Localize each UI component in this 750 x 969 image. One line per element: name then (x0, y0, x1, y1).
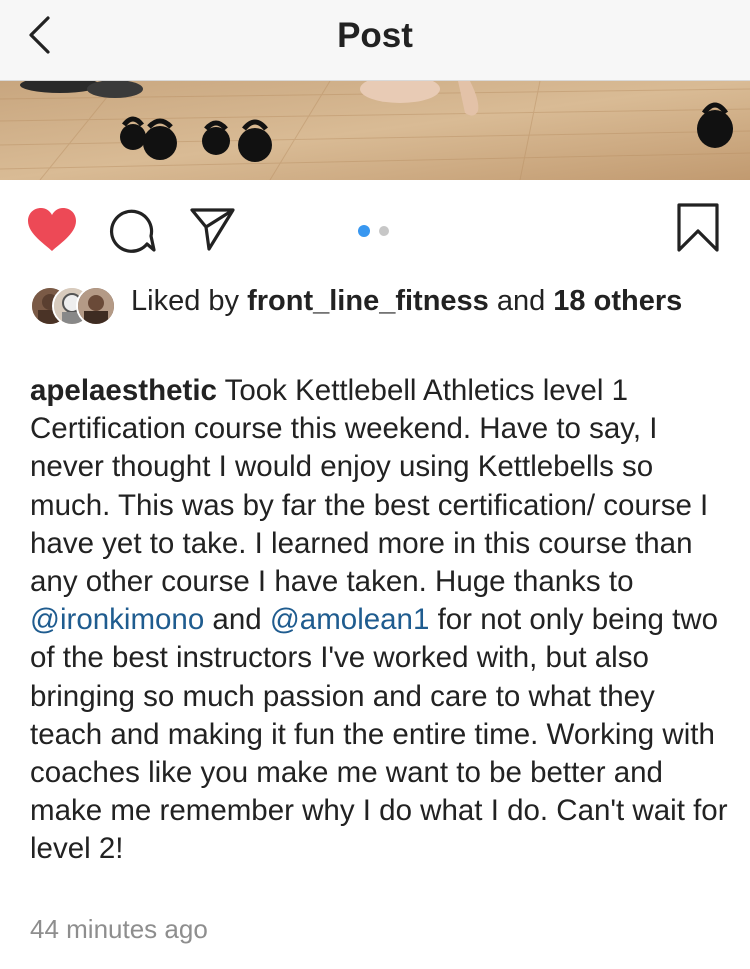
caption-username[interactable]: apelaesthetic (30, 374, 217, 407)
carousel-dot (379, 226, 389, 236)
share-button[interactable] (189, 205, 237, 258)
send-paper-plane-icon (190, 208, 235, 251)
post-timestamp: 44 minutes ago (30, 914, 208, 944)
likes-others[interactable]: others (594, 285, 683, 317)
top-nav-bar: Post (0, 0, 750, 81)
kettlebell-floor-photo (0, 81, 750, 180)
liker-avatars (30, 286, 125, 326)
likes-middle: and (488, 285, 554, 317)
likes-prefix: Liked by (131, 285, 248, 317)
comment-button[interactable] (108, 206, 156, 259)
comment-bubble-icon (110, 209, 156, 253)
caption-text: Took Kettlebell Athletics level 1 Certif… (30, 374, 709, 599)
caption-text: for not only being two of the best instr… (30, 603, 728, 866)
likes-count[interactable]: 18 (553, 285, 585, 317)
heart-filled-icon (28, 208, 76, 251)
avatar (76, 286, 116, 326)
post-caption: apelaesthetic Took Kettlebell Athletics … (30, 372, 730, 869)
post-action-bar (0, 180, 750, 276)
carousel-dot-active (358, 225, 370, 237)
liker-username[interactable]: front_line_fitness (247, 285, 489, 317)
likes-summary[interactable]: Liked by front_line_fitness and 18 other… (30, 282, 720, 362)
likes-text: Liked by front_line_fitness and 18 other… (131, 282, 721, 320)
page-title: Post (337, 16, 413, 55)
caption-text: and (204, 603, 270, 637)
like-button[interactable] (26, 207, 78, 258)
mention-link[interactable]: @amolean1 (270, 603, 430, 636)
save-button[interactable] (676, 202, 720, 259)
bookmark-icon (677, 203, 719, 252)
mention-link[interactable]: @ironkimono (30, 603, 204, 636)
post-image[interactable] (0, 81, 750, 180)
